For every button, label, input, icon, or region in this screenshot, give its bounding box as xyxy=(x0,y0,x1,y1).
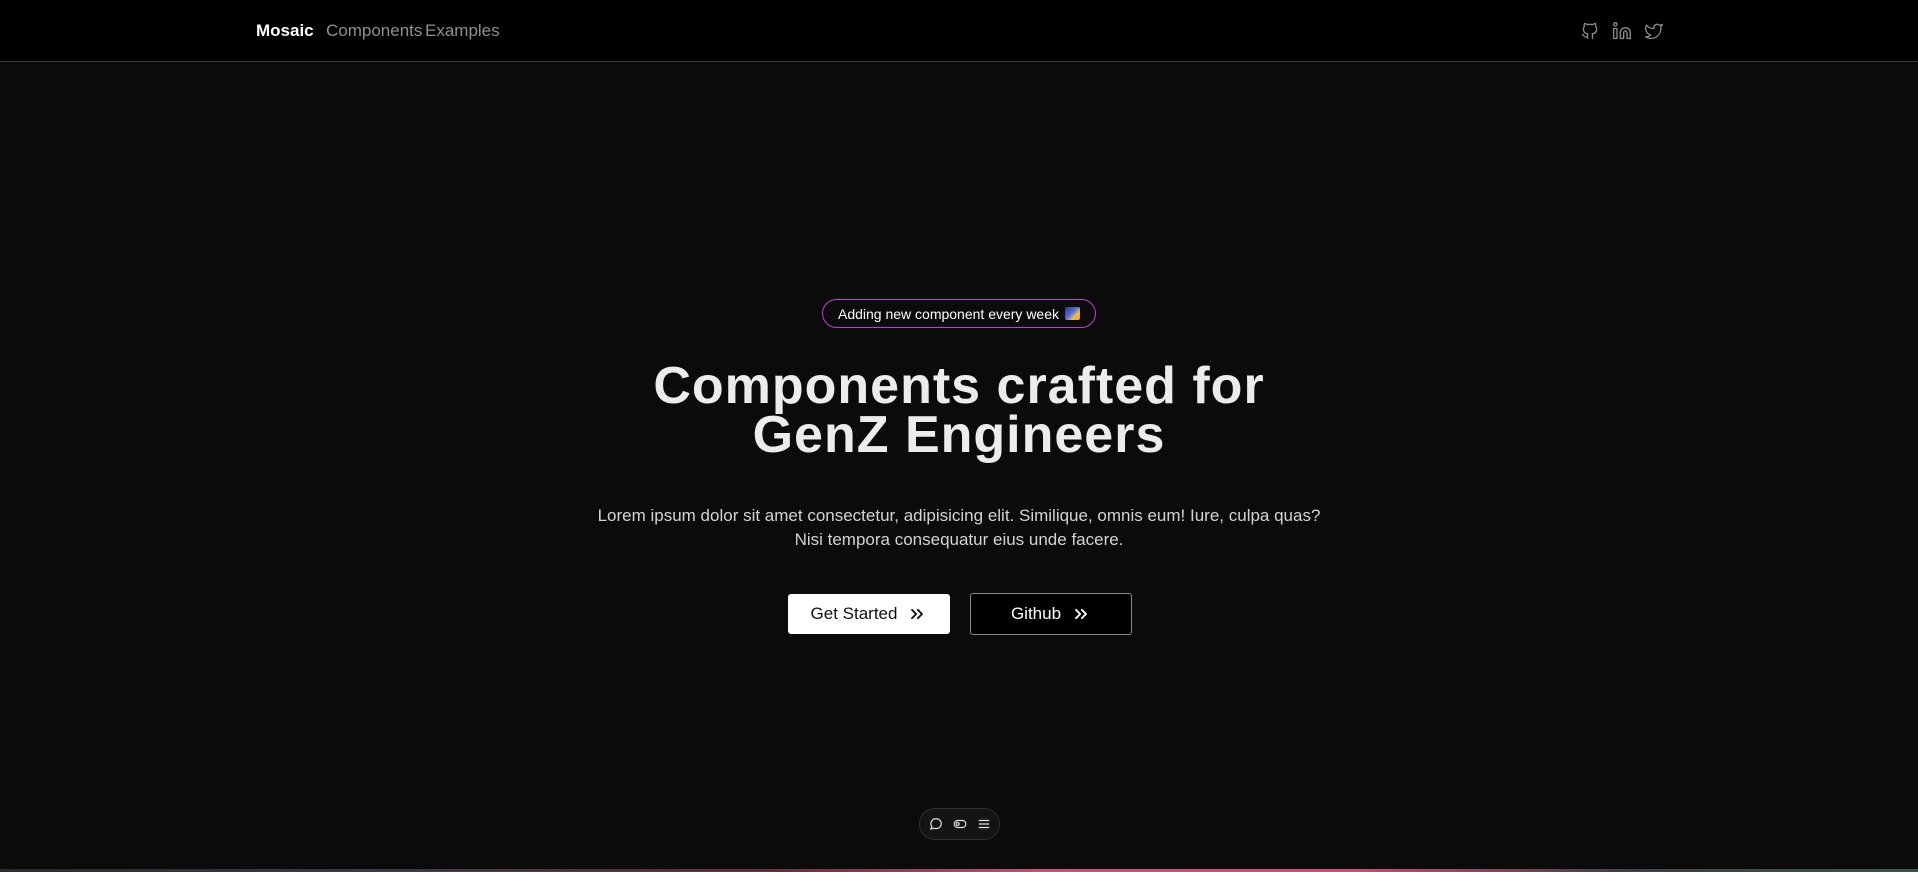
chevrons-right-icon xyxy=(911,608,924,620)
headline-line-2: GenZ Engineers xyxy=(752,406,1166,464)
badge-text: Adding new component every week xyxy=(837,305,1060,322)
toggle-icon[interactable] xyxy=(952,817,967,832)
description-line-1: Lorem ipsum dolor sit amet consectetur, … xyxy=(597,506,1321,525)
get-started-button[interactable]: Get Started xyxy=(788,594,950,634)
brand-logo-link[interactable]: Mosaic xyxy=(256,21,314,41)
description-line-2: Nisi tempora consequatur eius unde facer… xyxy=(794,530,1124,549)
nav-link-examples[interactable]: Examples xyxy=(425,21,500,41)
github-button[interactable]: Github xyxy=(970,593,1132,635)
milky-way-emoji-icon xyxy=(1065,307,1081,320)
hero-description: Lorem ipsum dolor sit amet consectetur, … xyxy=(0,504,1918,552)
get-started-label: Get Started xyxy=(810,604,898,623)
announcement-badge[interactable]: Adding new component every week xyxy=(822,299,1096,328)
menu-icon[interactable] xyxy=(976,817,991,832)
chat-bubble-icon[interactable] xyxy=(928,817,943,832)
chevrons-right-icon xyxy=(1075,608,1087,620)
nav-link-components[interactable]: Components xyxy=(326,21,422,41)
headline-line-1: Components crafted for xyxy=(653,357,1265,415)
github-button-label: Github xyxy=(1010,604,1062,623)
hero-headline: Components crafted for GenZ Engineers xyxy=(0,357,1918,464)
twitter-icon[interactable] xyxy=(1643,20,1665,42)
floating-dock xyxy=(919,808,1000,840)
top-navbar: Mosaic Components Examples xyxy=(0,0,1918,62)
linkedin-icon[interactable] xyxy=(1611,20,1633,42)
github-icon[interactable] xyxy=(1579,20,1601,42)
